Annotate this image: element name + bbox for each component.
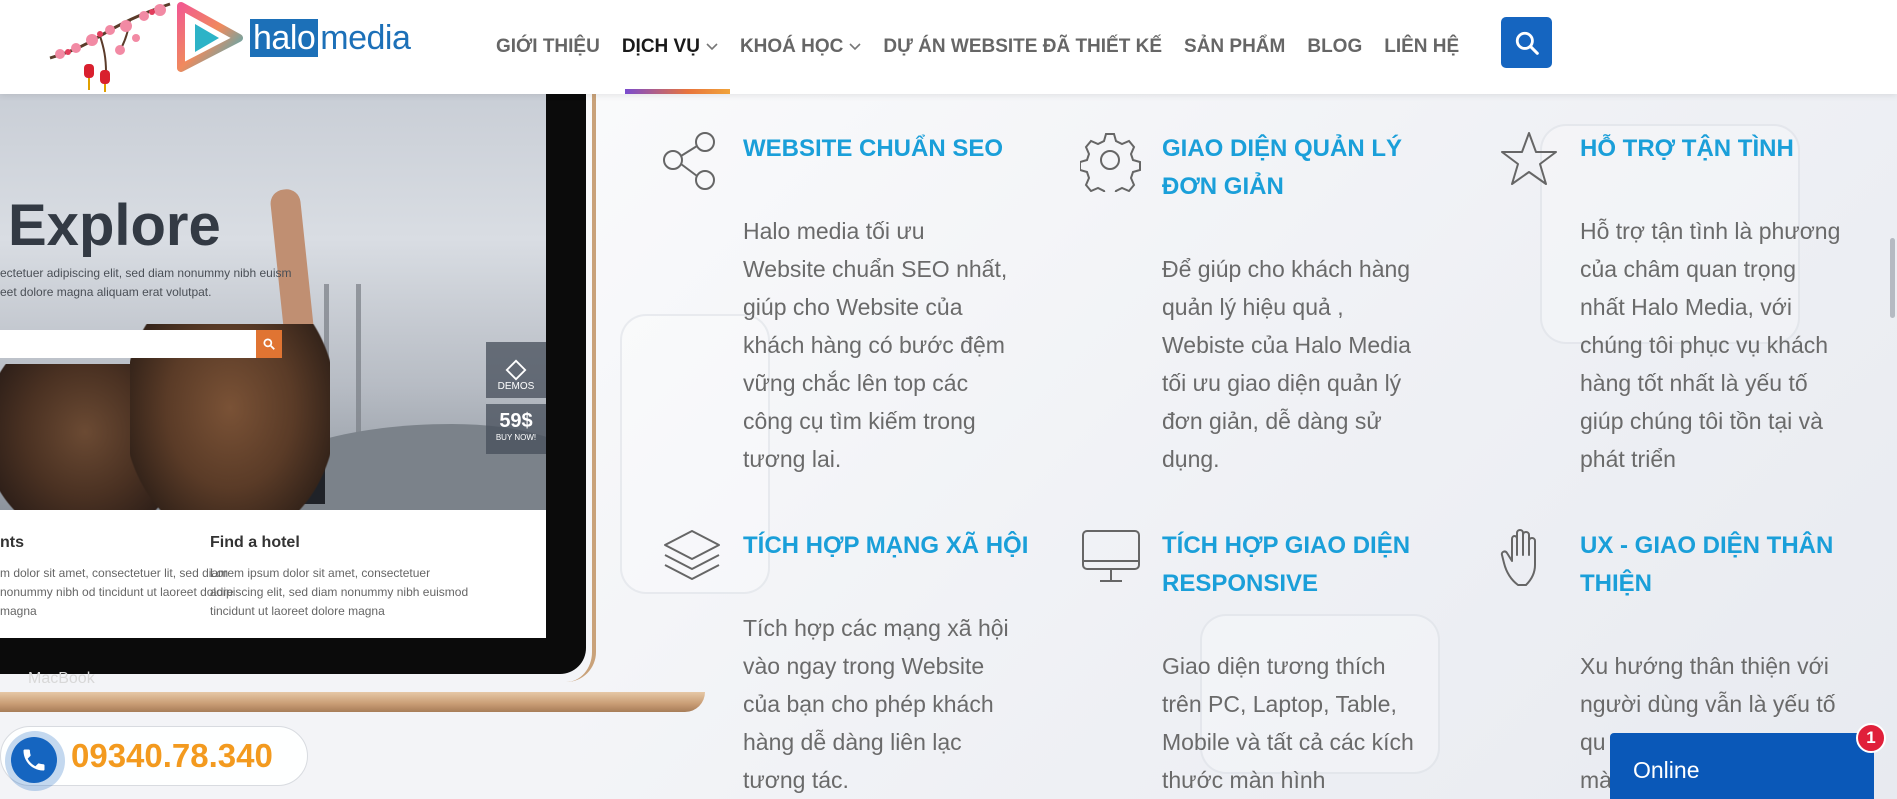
hotline-number: 09340.78.340 [71,737,273,774]
nav-item-san-pham[interactable]: SẢN PHẨM [1173,0,1296,94]
feature-title: UX - GIAO DIỆN THÂN THIỆN [1580,532,1834,597]
feature-title: WEBSITE CHUẨN SEO [743,135,1004,162]
online-chat-widget[interactable]: Online 1 [1610,723,1886,799]
feature-text: Hỗ trợ tận tình là phương của châm quan … [1580,218,1841,472]
feature-title: GIAO DIỆN QUẢN LÝ ĐƠN GIẢN [1162,135,1403,200]
desktop-icon [1082,530,1140,582]
feature-text: Tích hợp các mạng xã hội vào ngay trong … [743,615,1009,793]
gear-icon [1080,133,1141,192]
layers-icon [664,530,720,580]
chevron-down-icon [706,43,718,51]
nav-item-gioi-thieu[interactable]: GIỚI THIỆU [496,0,611,94]
features-grid: WEBSITE CHUẨN SEO Halo media tối ưu Webs… [0,0,1897,799]
hotline-button[interactable]: 09340.78.340 [0,726,308,791]
blossom-branch-icon [49,2,171,92]
site-logo[interactable]: halo media [40,0,411,92]
feature-text: Giao diện tương thích trên PC, Laptop, T… [1162,653,1414,793]
chevron-down-icon [849,43,861,51]
play-logo-icon [177,2,243,72]
site-header: halo media GIỚI THIỆU DỊCH VỤ KHOÁ HỌC D… [0,0,1897,94]
nav-active-indicator [625,89,730,94]
feature-title: TÍCH HỢP MẠNG XÃ HỘI [743,532,1029,559]
search-button[interactable] [1501,17,1552,68]
feature-text: Để giúp cho khách hàng quản lý hiệu quả … [1162,256,1411,472]
nav-item-blog[interactable]: BLOG [1296,0,1373,94]
nav-item-dich-vu[interactable]: DỊCH VỤ [611,0,729,94]
star-icon [1501,132,1557,185]
feature-title: TÍCH HỢP GIAO DIỆN RESPONSIVE [1162,532,1411,597]
search-icon [1515,31,1539,55]
brand-wordmark: halo media [250,18,411,58]
main-nav: GIỚI THIỆU DỊCH VỤ KHOÁ HỌC DỰ ÁN WEBSIT… [496,0,1470,94]
nav-item-lien-he[interactable]: LIÊN HỆ [1373,0,1470,94]
phone-icon-circle [11,737,57,783]
chat-notification-badge: 1 [1856,723,1886,753]
feature-title: HỖ TRỢ TẬN TÌNH [1580,135,1794,162]
feature-text: Halo media tối ưu Website chuẩn SEO nhất… [743,218,1008,472]
nav-item-du-an[interactable]: DỰ ÁN WEBSITE ĐÃ THIẾT KẾ [872,0,1173,94]
phone-icon [23,749,45,771]
chat-label: Online [1633,757,1700,783]
share-icon [663,132,715,190]
hand-icon [1500,529,1536,586]
nav-item-khoa-hoc[interactable]: KHOÁ HỌC [729,0,872,94]
